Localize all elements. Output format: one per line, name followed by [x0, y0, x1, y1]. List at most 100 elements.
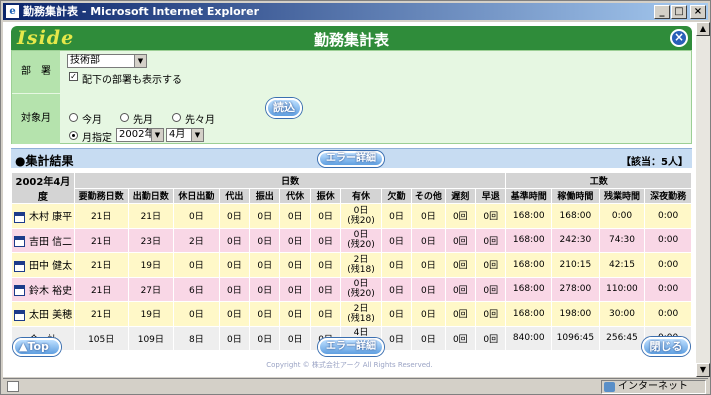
table-cell: 0日 — [380, 252, 413, 278]
dept-select[interactable]: 技術部 ▼ — [67, 54, 147, 68]
column-header: 休日出勤 — [173, 187, 220, 204]
employee-name-cell[interactable]: 吉田 信二 — [11, 227, 75, 253]
top-button[interactable]: ▲Top — [13, 338, 61, 356]
status-bar: インターネット — [3, 378, 708, 394]
year-select[interactable]: 2002年 ▼ — [116, 128, 164, 142]
table-cell: 168:00 — [551, 203, 600, 229]
column-header: 欠勤 — [380, 187, 413, 204]
window-close-button[interactable]: × — [690, 5, 706, 19]
column-header: 振休 — [309, 187, 342, 204]
paid-leave-value: 0日 — [353, 230, 369, 241]
table-cell: 0日 — [173, 252, 220, 278]
table-cell: 0日 — [380, 227, 413, 253]
table-cell: 19日 — [127, 301, 175, 327]
table-cell: 168:00 — [505, 252, 553, 278]
load-button[interactable]: 読込 — [266, 98, 302, 118]
table-cell: 110:00 — [598, 276, 646, 302]
scroll-up-icon[interactable]: ▲ — [696, 22, 710, 36]
table-cell: 0日 — [380, 325, 413, 351]
table-cell: 840:00 — [505, 325, 553, 351]
table-cell: 0回 — [444, 203, 477, 229]
maximize-button[interactable]: □ — [671, 5, 687, 19]
table-row: 木村 康平 21日 21日 0日 0日 0日 0日 0日 0日 (残20) 0日 0日 0回 0回 168:… — [11, 203, 692, 229]
month-select-value: 4月 — [169, 129, 186, 140]
ie-icon: e — [6, 5, 19, 18]
radio-this-month[interactable] — [69, 113, 78, 122]
minimize-button[interactable]: _ — [654, 5, 670, 19]
zone-label: インターネット — [618, 381, 688, 392]
paid-leave-value: 2日 — [353, 303, 369, 314]
table-cell: 0日 — [173, 301, 220, 327]
calendar-icon[interactable] — [14, 309, 25, 321]
table-cell: 21日 — [73, 203, 129, 229]
calendar-icon[interactable] — [14, 236, 25, 248]
table-cell: 168:00 — [505, 203, 553, 229]
paid-leave-remaining: (残18) — [347, 264, 375, 275]
error-detail-button[interactable]: エラー詳細 — [318, 151, 384, 167]
vertical-scrollbar[interactable]: ▲ ▼ — [696, 22, 710, 377]
paid-leave-value: 4日 — [353, 328, 369, 339]
employee-name: 田中 健太 — [29, 261, 73, 273]
table-cell: 0日 — [411, 203, 446, 229]
table-cell: 30:00 — [598, 301, 646, 327]
radio-prev2-month-label: 先々月 — [185, 115, 215, 126]
show-sub-checkbox[interactable]: ✓ — [69, 72, 78, 81]
column-header: 遅刻 — [444, 187, 477, 204]
chevron-down-icon: ▼ — [191, 129, 203, 141]
table-cell: 0日 — [411, 227, 446, 253]
page-title: 勤務集計表 — [313, 31, 389, 49]
employee-name-cell[interactable]: 木村 康平 — [11, 203, 75, 229]
table-cell: 0日 — [218, 276, 251, 302]
close-button[interactable]: 閉じる — [642, 337, 690, 356]
table-cell: 0日 — [249, 203, 281, 229]
paid-leave-remaining: (残20) — [347, 289, 375, 300]
column-header: 深夜勤務 — [644, 187, 692, 204]
radio-specify-month[interactable] — [69, 131, 78, 140]
table-cell: 0日 — [279, 325, 311, 351]
footer-error-detail-button[interactable]: エラー詳細 — [318, 338, 384, 356]
table-cell: 278:00 — [551, 276, 600, 302]
table-cell: 2日 (残18) — [340, 301, 382, 327]
table-cell: 0:00 — [644, 301, 692, 327]
table-cell: 0日 — [309, 227, 342, 253]
table-cell: 0日 — [218, 301, 251, 327]
table-cell: 242:30 — [551, 227, 600, 253]
radio-prev2-month[interactable] — [172, 113, 181, 122]
summary-table: 2002年4月度 日数 工数 要勤務日数 出勤日数 休日出勤 代出 振出 代休 振休 有休 欠勤… — [11, 172, 692, 351]
column-header: 要勤務日数 — [73, 187, 129, 204]
month-select[interactable]: 4月 ▼ — [166, 128, 204, 142]
calendar-icon[interactable] — [14, 211, 25, 223]
table-cell: 0:00 — [644, 276, 692, 302]
table-cell: 0:00 — [644, 227, 692, 253]
window-titlebar: e 勤務集計表 - Microsoft Internet Explorer _ … — [3, 3, 708, 20]
employee-name-cell[interactable]: 田中 健太 — [11, 252, 75, 278]
app-header: Iside 勤務集計表 × — [11, 26, 692, 50]
table-cell: 105日 — [73, 325, 129, 351]
chevron-down-icon: ▼ — [134, 55, 146, 67]
chevron-down-icon: ▼ — [151, 129, 163, 141]
table-cell: 0日 — [249, 252, 281, 278]
dept-select-value: 技術部 — [70, 55, 100, 66]
table-cell: 0回 — [474, 203, 507, 229]
table-cell: 6日 — [173, 276, 220, 302]
table-cell: 168:00 — [505, 301, 553, 327]
calendar-icon[interactable] — [14, 260, 25, 272]
close-icon[interactable]: × — [670, 29, 688, 47]
table-cell: 0日 — [380, 203, 413, 229]
table-cell: 0日 — [411, 252, 446, 278]
column-header: 振出 — [249, 187, 281, 204]
table-cell: 74:30 — [598, 227, 646, 253]
table-cell: 0日 — [249, 325, 281, 351]
employee-name-cell[interactable]: 鈴木 裕史 — [11, 276, 75, 302]
result-count: 【該当：5人】 — [621, 157, 688, 168]
table-cell: 0回 — [474, 325, 507, 351]
table-cell: 19日 — [127, 252, 175, 278]
calendar-icon[interactable] — [14, 285, 25, 297]
table-cell: 0回 — [444, 301, 477, 327]
table-cell: 0日 — [173, 203, 220, 229]
employee-name-cell[interactable]: 太田 美穂 — [11, 301, 75, 327]
employee-name: 吉田 信二 — [29, 236, 73, 248]
year-select-value: 2002年 — [119, 129, 155, 140]
scroll-down-icon[interactable]: ▼ — [696, 363, 710, 377]
radio-prev-month[interactable] — [120, 113, 129, 122]
